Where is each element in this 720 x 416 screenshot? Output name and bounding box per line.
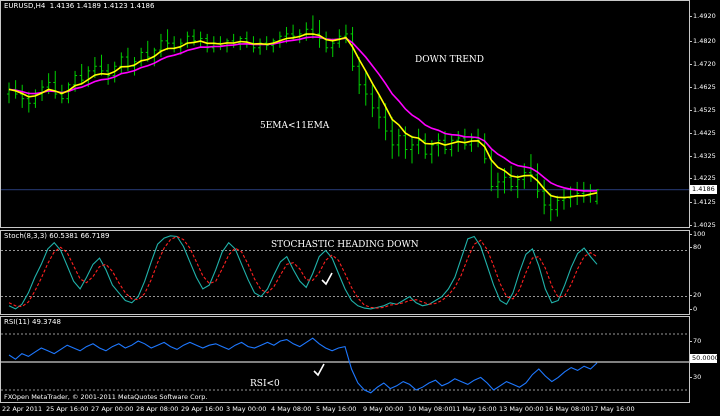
time-tick: 13 May 00:00 (499, 405, 544, 413)
symbol-label: EURUSD,H4 (4, 2, 46, 10)
price-tick: 1.4720 (689, 60, 716, 68)
time-tick: 28 Apr 08:00 (136, 405, 179, 413)
time-tick: 29 Apr 16:00 (181, 405, 224, 413)
price-tick: 1.4225 (689, 174, 716, 182)
stochastic-pane[interactable]: Stoch(8,3,3) 60.5381 66.7189 STOCHASTIC … (0, 230, 690, 315)
price-tick: 1.4325 (689, 152, 716, 160)
time-tick: 11 May 16:00 (452, 405, 497, 413)
stochastic-tick: 20 (688, 291, 702, 299)
annotation-rsi: RSI<0 (250, 379, 280, 389)
rsi-name: RSI(11) (4, 318, 30, 326)
ohlc-low: 1.4123 (103, 2, 128, 10)
rsi-level-label: 50.0000 (690, 354, 719, 363)
time-tick: 16 May 08:00 (545, 405, 590, 413)
annotation-ema-cross: 5EMA<11EMA (260, 121, 330, 131)
symbol-info: EURUSD,H4 1.4136 1.4189 1.4123 1.4186 (4, 2, 154, 10)
checkmark-icon (321, 272, 333, 286)
price-tick: 1.4525 (689, 106, 716, 114)
ohlc-open: 1.4136 (49, 2, 75, 10)
stochastic-main-value: 60.5381 (49, 232, 79, 240)
rsi-scale: 70 50.0000 30 (688, 316, 720, 403)
price-tick: 1.4025 (689, 221, 716, 229)
ohlc-high: 1.4189 (76, 2, 102, 10)
price-tick: 1.4920 (689, 12, 716, 20)
stochastic-name: Stoch(8,3,3) (4, 232, 48, 240)
rsi-tick: 30 (688, 373, 702, 381)
rsi-pane[interactable]: RSI(11) 49.3748 RSI<0 FXOpen MetaTrader,… (0, 316, 690, 403)
time-tick: 5 May 16:00 (316, 405, 357, 413)
checkmark-icon (313, 363, 325, 377)
time-tick: 3 May 00:00 (226, 405, 267, 413)
price-tick: 1.4820 (689, 37, 716, 45)
rsi-line (8, 337, 598, 394)
stochastic-tick: 100 (688, 230, 706, 238)
price-scale[interactable]: 1.4920 1.4820 1.4720 1.4625 1.4525 1.442… (689, 0, 720, 229)
copyright-text: FXOpen MetaTrader, © 2001-2011 MetaQuote… (4, 393, 208, 401)
current-price-label: 1.4186 (690, 185, 717, 194)
time-tick: 10 May 08:00 (408, 405, 453, 413)
stochastic-scale: 100 80 20 0 (688, 230, 720, 315)
rsi-info: RSI(11) 49.3748 (4, 318, 61, 326)
stochastic-tick: 80 (688, 243, 702, 251)
ema-line-ema11 (8, 36, 598, 192)
stochastic-tick: 0 (688, 305, 698, 313)
metatrader-terminal: EURUSD,H4 1.4136 1.4189 1.4123 1.4186 DO… (0, 0, 720, 416)
price-tick: 1.4125 (689, 198, 716, 206)
time-tick: 9 May 00:00 (363, 405, 404, 413)
time-tick: 27 Apr 00:00 (91, 405, 134, 413)
price-tick: 1.4625 (689, 83, 716, 91)
time-tick: 25 Apr 16:00 (46, 405, 89, 413)
rsi-tick: 70 (688, 337, 702, 345)
annotation-stochastic: STOCHASTIC HEADING DOWN (271, 240, 419, 250)
annotation-down-trend: DOWN TREND (415, 55, 485, 65)
time-tick: 17 May 16:00 (590, 405, 635, 413)
price-chart-pane[interactable]: EURUSD,H4 1.4136 1.4189 1.4123 1.4186 DO… (0, 0, 690, 228)
stochastic-signal-value: 66.7189 (80, 232, 110, 240)
ema-line-ema5 (8, 33, 598, 199)
time-tick: 4 May 08:00 (271, 405, 312, 413)
time-tick: 22 Apr 2011 (2, 405, 43, 413)
price-tick: 1.4425 (689, 129, 716, 137)
rsi-canvas[interactable] (1, 317, 690, 403)
time-scale[interactable]: 22 Apr 2011 25 Apr 16:00 27 Apr 00:00 28… (0, 404, 690, 416)
price-chart-canvas[interactable] (1, 1, 690, 228)
ohlc-close: 1.4186 (129, 2, 155, 10)
stochastic-info: Stoch(8,3,3) 60.5381 66.7189 (4, 232, 109, 240)
rsi-value: 49.3748 (31, 318, 61, 326)
